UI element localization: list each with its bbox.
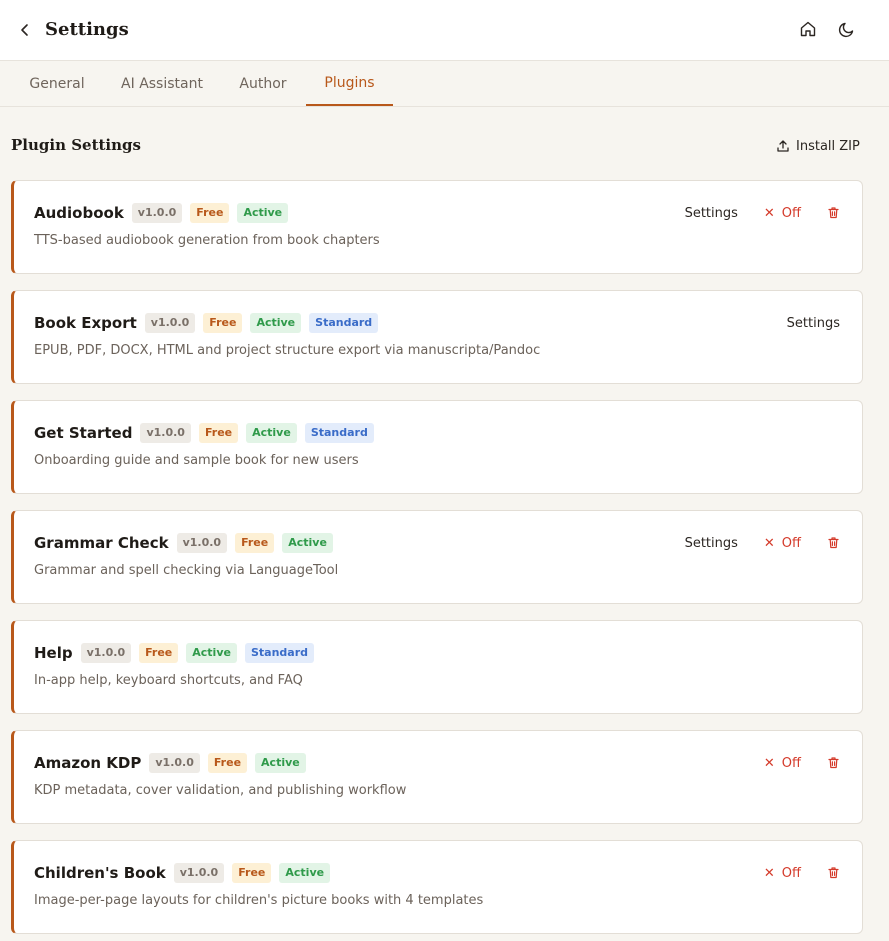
disable-plugin-button[interactable]: ✕ Off	[764, 536, 801, 551]
install-zip-label: Install ZIP	[796, 138, 860, 154]
close-icon: ✕	[763, 535, 775, 551]
plugin-card: Audiobook v1.0.0 Free Active TTS-based audio…	[11, 180, 863, 274]
plugin-actions: Settings	[787, 312, 840, 334]
plugin-actions: Settings ✕ Off	[685, 532, 840, 554]
plugin-card: Get Started v1.0.0 Free Active Standard Onboa…	[11, 400, 863, 494]
upload-icon	[777, 140, 789, 152]
free-badge: Free	[190, 203, 230, 223]
standard-badge: Standard	[309, 313, 379, 333]
plugin-description: In-app help, keyboard shortcuts, and FAQ	[34, 673, 303, 688]
free-badge: Free	[235, 533, 275, 553]
plugin-name: Get Started	[34, 424, 133, 442]
tab-plugins[interactable]: Plugins	[306, 61, 393, 106]
plugin-card: Grammar Check v1.0.0 Free Active Grammar and…	[11, 510, 863, 604]
close-icon: ✕	[763, 205, 775, 221]
free-badge: Free	[139, 643, 179, 663]
version-badge: v1.0.0	[144, 313, 196, 333]
version-badge: v1.0.0	[131, 203, 183, 223]
plugin-header: Get Started v1.0.0 Free Active Standard	[34, 422, 374, 444]
plugin-actions: ✕ Off	[764, 862, 840, 884]
app-header: Settings	[0, 0, 889, 61]
disable-plugin-button[interactable]: ✕ Off	[764, 866, 801, 881]
plugin-header: Audiobook v1.0.0 Free Active	[34, 202, 289, 224]
plugin-settings-button[interactable]: Settings	[685, 536, 738, 551]
plugin-header: Grammar Check v1.0.0 Free Active	[34, 532, 333, 554]
moon-icon	[838, 22, 854, 38]
version-badge: v1.0.0	[176, 533, 228, 553]
plugin-header: Book Export v1.0.0 Free Active Standard	[34, 312, 379, 334]
home-button[interactable]	[796, 17, 820, 41]
section-title: Plugin Settings	[11, 136, 141, 154]
off-label: Off	[781, 755, 801, 771]
standard-badge: Standard	[304, 423, 374, 443]
plugin-name: Children's Book	[34, 864, 166, 882]
off-label: Off	[781, 865, 801, 881]
version-badge: v1.0.0	[173, 863, 225, 883]
plugin-description: Onboarding guide and sample book for new…	[34, 453, 359, 468]
home-icon	[800, 21, 816, 37]
free-badge: Free	[232, 863, 272, 883]
disable-plugin-button[interactable]: ✕ Off	[764, 756, 801, 771]
plugin-header: Children's Book v1.0.0 Free Active	[34, 862, 331, 884]
plugin-name: Audiobook	[34, 204, 124, 222]
plugin-actions: ✕ Off	[764, 752, 840, 774]
tab-ai-assistant[interactable]: AI Assistant	[111, 61, 213, 106]
status-badge: Active	[186, 643, 237, 663]
plugin-description: EPUB, PDF, DOCX, HTML and project struct…	[34, 343, 541, 358]
tab-author[interactable]: Author	[227, 61, 299, 106]
delete-plugin-button[interactable]	[827, 754, 840, 773]
plugin-description: KDP metadata, cover validation, and publ…	[34, 783, 407, 798]
plugin-card: Amazon KDP v1.0.0 Free Active KDP metadata, …	[11, 730, 863, 824]
version-badge: v1.0.0	[149, 753, 200, 773]
status-badge: Active	[279, 863, 331, 883]
install-zip-button[interactable]: Install ZIP	[770, 134, 866, 158]
off-label: Off	[781, 205, 801, 221]
chevron-left-icon	[21, 24, 28, 36]
plugin-card: Children's Book v1.0.0 Free Active Image-per…	[11, 840, 863, 934]
status-badge: Active	[282, 533, 333, 553]
page-title: Settings	[45, 19, 129, 40]
version-badge: v1.0.0	[140, 423, 191, 443]
plugin-name: Help	[34, 644, 73, 662]
plugin-description: TTS-based audiobook generation from book…	[34, 233, 380, 248]
plugin-card: Help v1.0.0 Free Active Standard In-app help,…	[11, 620, 863, 714]
plugin-settings-button[interactable]: Settings	[787, 316, 840, 331]
delete-plugin-button[interactable]	[827, 204, 840, 223]
settings-tabs: General AI Assistant Author Plugins	[0, 61, 889, 107]
free-badge: Free	[198, 423, 239, 443]
status-badge: Active	[237, 203, 289, 223]
delete-plugin-button[interactable]	[827, 534, 840, 553]
plugin-name: Book Export	[34, 314, 137, 332]
trash-icon	[827, 864, 840, 883]
status-badge: Active	[255, 753, 306, 773]
theme-toggle-button[interactable]	[835, 17, 859, 41]
plugin-header: Help v1.0.0 Free Active Standard	[34, 642, 314, 664]
plugin-header: Amazon KDP v1.0.0 Free Active	[34, 752, 306, 774]
plugin-settings-button[interactable]: Settings	[685, 206, 738, 221]
plugin-name: Amazon KDP	[34, 754, 142, 772]
trash-icon	[827, 534, 840, 553]
standard-badge: Standard	[244, 643, 314, 663]
close-icon: ✕	[763, 865, 775, 881]
off-label: Off	[781, 535, 801, 551]
free-badge: Free	[203, 313, 243, 333]
trash-icon	[827, 754, 840, 773]
delete-plugin-button[interactable]	[827, 864, 840, 883]
tab-general[interactable]: General	[17, 61, 97, 106]
status-badge: Active	[250, 313, 302, 333]
plugin-card: Book Export v1.0.0 Free Active Standard EPUB,…	[11, 290, 863, 384]
plugin-actions: Settings ✕ Off	[685, 202, 840, 224]
disable-plugin-button[interactable]: ✕ Off	[764, 206, 801, 221]
version-badge: v1.0.0	[80, 643, 132, 663]
plugin-name: Grammar Check	[34, 534, 169, 552]
plugin-description: Image-per-page layouts for children's pi…	[34, 893, 484, 908]
free-badge: Free	[207, 753, 248, 773]
status-badge: Active	[246, 423, 297, 443]
close-icon: ✕	[763, 755, 775, 771]
plugin-description: Grammar and spell checking via LanguageT…	[34, 563, 339, 578]
trash-icon	[827, 204, 840, 223]
back-button[interactable]	[12, 16, 38, 44]
